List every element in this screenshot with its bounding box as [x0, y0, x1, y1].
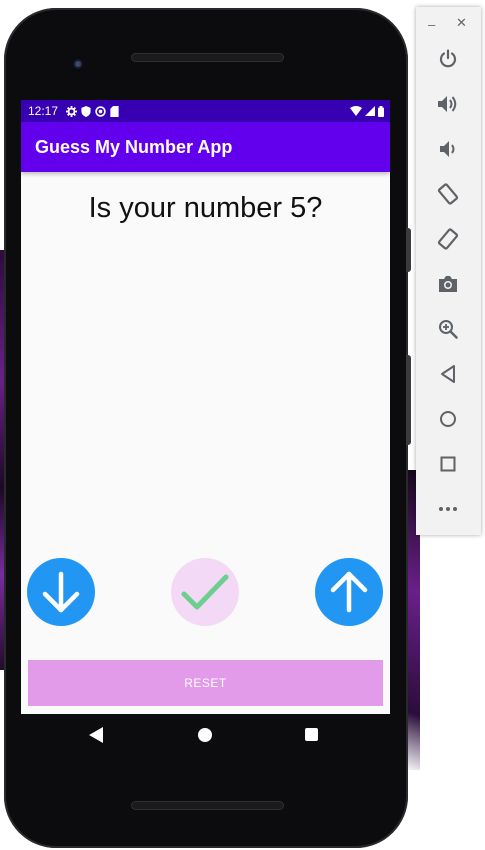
- home-icon[interactable]: [198, 728, 212, 742]
- bottom-speaker: [131, 801, 284, 810]
- side-button: [406, 355, 411, 445]
- rotate-left-button[interactable]: [432, 178, 464, 210]
- status-bar: 12:17: [21, 100, 390, 122]
- sd-card-icon: [110, 105, 119, 117]
- emulator-toolbar: – ✕: [416, 7, 481, 535]
- home-icon: [440, 411, 456, 427]
- wifi-icon: [350, 106, 362, 116]
- guess-question: Is your number 5?: [88, 192, 323, 224]
- app-title: Guess My Number App: [35, 136, 233, 157]
- navigation-bar: [21, 714, 390, 758]
- side-button: [406, 228, 411, 272]
- blocked-icon: [95, 105, 106, 117]
- higher-button[interactable]: [315, 558, 383, 626]
- lower-button[interactable]: [27, 558, 95, 626]
- app-screen: 12:17 Guess My Number App Is your number…: [21, 100, 390, 714]
- volume-down-button[interactable]: [432, 133, 464, 165]
- arrow-up-icon: [330, 571, 368, 613]
- volume-down-icon: [440, 141, 455, 157]
- zoom-icon: [439, 320, 458, 339]
- overview-icon: [440, 456, 456, 472]
- recents-icon[interactable]: [305, 728, 318, 741]
- more-button[interactable]: [432, 493, 464, 525]
- power-icon: [439, 49, 457, 68]
- home-button[interactable]: [432, 403, 464, 435]
- signal-icon: [365, 106, 375, 116]
- arrow-down-icon: [42, 571, 80, 613]
- minimize-icon[interactable]: –: [428, 17, 435, 32]
- volume-up-button[interactable]: [432, 88, 464, 120]
- back-icon: [441, 365, 455, 383]
- back-button[interactable]: [432, 358, 464, 390]
- battery-icon: [378, 105, 384, 117]
- earpiece-speaker: [131, 53, 284, 62]
- rotate-left-icon: [437, 183, 459, 205]
- reset-button[interactable]: RESET: [28, 660, 383, 706]
- front-camera: [70, 56, 86, 72]
- rotate-right-icon: [437, 228, 459, 250]
- more-icon: [439, 507, 457, 511]
- reset-label: RESET: [184, 676, 227, 690]
- status-time: 12:17: [28, 104, 59, 118]
- volume-up-icon: [438, 96, 457, 112]
- app-bar: Guess My Number App: [21, 122, 390, 172]
- back-icon[interactable]: [89, 727, 103, 743]
- gear-icon: [66, 105, 78, 117]
- rotate-right-button[interactable]: [432, 223, 464, 255]
- power-button[interactable]: [432, 43, 464, 75]
- check-icon: [181, 574, 229, 610]
- zoom-button[interactable]: [432, 313, 464, 345]
- close-icon[interactable]: ✕: [456, 15, 467, 31]
- correct-button[interactable]: [171, 558, 239, 626]
- shield-icon: [81, 105, 91, 117]
- screenshot-button[interactable]: [432, 268, 464, 300]
- camera-icon: [439, 276, 457, 292]
- overview-button[interactable]: [432, 448, 464, 480]
